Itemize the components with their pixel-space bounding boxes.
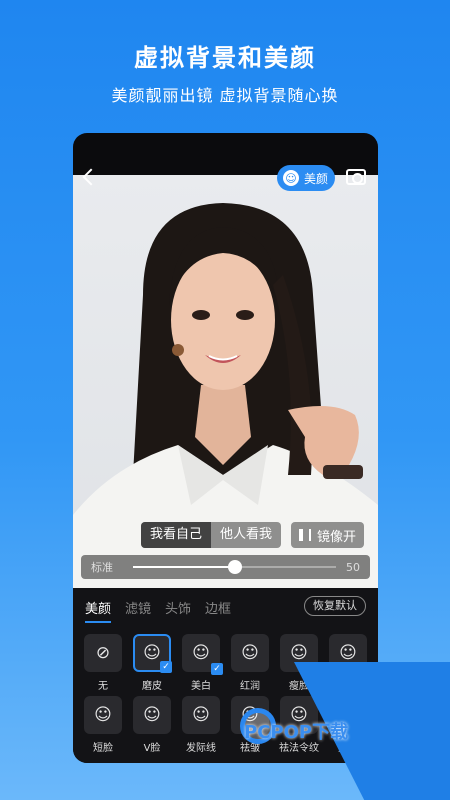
tool-label: 磨皮 <box>142 681 162 692</box>
tool-button[interactable]: ☺ <box>231 634 269 672</box>
slider-knob[interactable] <box>227 560 242 574</box>
back-arrow-icon[interactable] <box>82 168 100 186</box>
slider-fill <box>133 566 235 568</box>
tool-button[interactable]: ☺ <box>182 696 220 734</box>
hairline-icon: ☺ <box>192 705 210 725</box>
none-icon: ⊘ <box>95 643 111 663</box>
tool-label: 无 <box>98 681 108 692</box>
beauty-tool-2[interactable]: ☺ ✓ 美白 <box>181 634 223 692</box>
tool-label: 短脸 <box>93 743 113 754</box>
tool-button[interactable]: ☺ <box>133 696 171 734</box>
view-toggle: 我看自己 他人看我 镜像开 <box>141 521 371 549</box>
check-icon: ✓ <box>211 663 223 675</box>
tab-1[interactable]: 滤镜 <box>125 598 151 623</box>
mirror-label: 镜像开 <box>317 529 357 545</box>
promo-subtitle: 美颜靓丽出镜 虚拟背景随心换 <box>111 86 339 105</box>
tab-0[interactable]: 美颜 <box>85 598 112 623</box>
beauty-face-icon: ☺ <box>283 170 299 186</box>
beauty-tool-3[interactable]: ☺ 红润 <box>230 634 270 692</box>
view-segmented-control: 我看自己 他人看我 <box>141 522 282 548</box>
promo-title: 虚拟背景和美颜 <box>134 44 316 72</box>
face-icon: ☺ <box>339 643 357 663</box>
slider-label: 标准 <box>91 561 113 574</box>
intensity-slider-row: 标准 50 <box>81 555 370 579</box>
v-face-icon: ☺ <box>143 705 161 725</box>
tab-2[interactable]: 头饰 <box>165 598 191 623</box>
panel-tabs: 美颜 滤镜 头饰 边框 <box>85 598 231 623</box>
rosy-icon: ☺ <box>241 643 259 663</box>
beauty-tool-1[interactable]: ☺ ✓ 磨皮 <box>132 634 172 692</box>
slim-face-icon: ☺ <box>290 643 308 663</box>
reset-default-button[interactable]: 恢复默认 <box>304 596 366 616</box>
self-view-option[interactable]: 我看自己 <box>141 522 212 548</box>
slider-value: 50 <box>346 560 360 574</box>
check-icon: ✓ <box>160 661 172 673</box>
intensity-slider[interactable] <box>133 560 336 574</box>
tool-label: 红润 <box>240 681 260 692</box>
tool-label: 美白 <box>191 681 211 692</box>
tool-button[interactable]: ☺ ✓ <box>133 634 172 673</box>
tab-3[interactable]: 边框 <box>205 598 231 623</box>
top-bar: ☺ 美颜 <box>73 163 378 193</box>
mirror-icon <box>299 529 312 541</box>
beauty-tool-8[interactable]: ☺ 发际线 <box>181 696 221 754</box>
beauty-toggle-label: 美颜 <box>304 171 329 186</box>
beauty-tool-7[interactable]: ☺ V脸 <box>132 696 172 754</box>
smooth-skin-icon: ☺ <box>143 643 161 663</box>
beauty-toggle-button[interactable]: ☺ 美颜 <box>277 165 335 191</box>
tool-button[interactable]: ⊘ <box>84 634 122 672</box>
mirror-toggle-button[interactable]: 镜像开 <box>291 522 365 548</box>
tool-button[interactable]: ☺ ✓ <box>182 634 223 675</box>
switch-camera-icon[interactable] <box>346 169 366 185</box>
tool-button[interactable]: ☺ <box>84 696 122 734</box>
beauty-tool-6[interactable]: ☺ 短脸 <box>83 696 123 754</box>
tool-label: 发际线 <box>186 743 216 754</box>
beauty-tool-0[interactable]: ⊘ 无 <box>83 634 123 692</box>
tool-label: V脸 <box>143 743 161 754</box>
whitening-icon: ☺ <box>192 643 210 663</box>
watermark-text: PCPOP下载 <box>244 722 349 743</box>
other-view-option[interactable]: 他人看我 <box>211 522 281 548</box>
short-face-icon: ☺ <box>94 705 112 725</box>
